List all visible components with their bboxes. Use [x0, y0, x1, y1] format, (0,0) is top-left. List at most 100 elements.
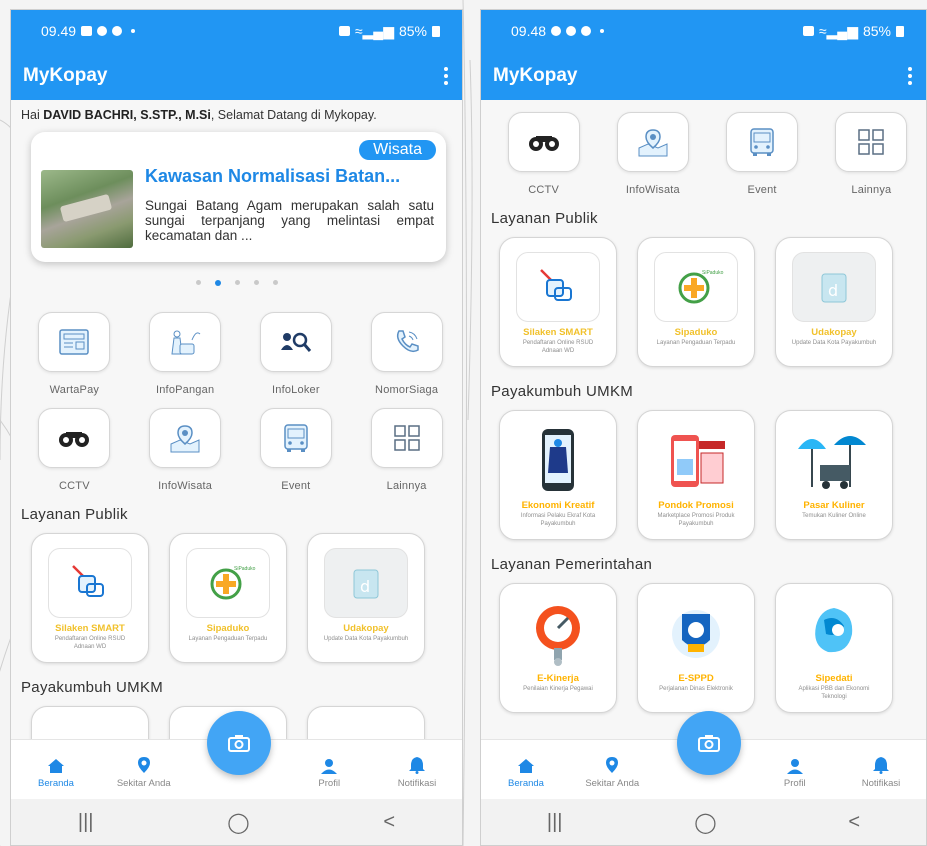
pemerintahan-cards: E-Kinerja Penilaian Kinerja Pegawai E-SP…: [481, 583, 926, 713]
svg-text:d: d: [828, 281, 838, 300]
menu-item-infopangan[interactable]: InfoPangan: [130, 312, 241, 396]
globe-tech-icon: [815, 608, 853, 653]
menu-item-lainnya[interactable]: Lainnya: [817, 112, 926, 196]
menu-item-lainnya[interactable]: Lainnya: [351, 408, 462, 492]
service-title: Sipaduko: [674, 327, 718, 338]
menu-item-event[interactable]: Event: [708, 112, 817, 196]
section-title-layanan-pemerintahan: Layanan Pemerintahan: [491, 556, 653, 573]
carousel-dot-active[interactable]: [214, 280, 221, 286]
nav-beranda[interactable]: Beranda: [21, 758, 91, 789]
service-subtitle: Marketplace Promosi Produk Payakumbuh: [657, 513, 735, 527]
service-title: E-Kinerja: [537, 673, 579, 684]
data-update-icon: d: [821, 273, 847, 303]
government-emblem-icon: [672, 610, 720, 658]
home-button-icon[interactable]: ◯: [227, 810, 249, 835]
service-subtitle: Layanan Pengaduan Terpadu: [656, 340, 736, 346]
battery-icon: [896, 25, 904, 37]
app-title: MyKopay: [23, 65, 108, 86]
main-menu-grid: WartaPay InfoPangan InfoLoker NomorSiaga…: [11, 286, 462, 492]
service-title: Pondok Promosi: [658, 500, 734, 511]
recent-apps-icon[interactable]: |||: [547, 811, 563, 834]
service-card-udakopay[interactable]: d Udakopay Update Data Kota Payakumbuh: [775, 237, 893, 367]
mute-icon: [802, 26, 814, 36]
service-subtitle: Perjalanan Dinas Elektronik: [659, 686, 733, 692]
app-notification-icon: [581, 26, 592, 36]
nav-label: Sekitar Anda: [116, 778, 171, 789]
service-title: Udakopay: [343, 623, 389, 634]
app-title: MyKopay: [493, 65, 578, 86]
featured-banner-card[interactable]: Wisata Kawasan Normalisasi Batan... Sung…: [31, 132, 446, 262]
battery-level: 85%: [862, 23, 891, 39]
food-icon: [171, 330, 201, 355]
umkm-card-pasar-kuliner[interactable]: Pasar Kuliner Temukan Kuliner Online: [775, 410, 893, 540]
performance-gauge-icon: [536, 606, 580, 666]
home-icon: [48, 759, 64, 773]
layanan-publik-cards: Silaken SMART Pendaftaran Online RSUD Ad…: [481, 237, 926, 367]
menu-label: Event: [281, 480, 311, 492]
greeting-text: Hai DAVID BACHRI, S.STP., M.Si, Selamat …: [11, 100, 462, 122]
camera-fab-button[interactable]: [207, 711, 271, 775]
menu-label: WartaPay: [49, 384, 100, 396]
menu-item-nomorsiaga[interactable]: NomorSiaga: [351, 312, 462, 396]
nav-profil[interactable]: Profil: [294, 758, 364, 789]
service-title: E-SPPD: [678, 673, 714, 684]
nav-beranda[interactable]: Beranda: [491, 758, 561, 789]
app-bar: MyKopay: [11, 52, 462, 100]
battery-level: 85%: [398, 23, 427, 39]
home-button-icon[interactable]: ◯: [694, 810, 716, 835]
recent-apps-icon[interactable]: |||: [78, 811, 94, 834]
app-bar: MyKopay: [481, 52, 926, 100]
binoculars-icon: [59, 432, 90, 447]
bell-icon: [409, 757, 425, 774]
menu-item-wartapay[interactable]: WartaPay: [19, 312, 130, 396]
service-subtitle: Temukan Kuliner Online: [802, 513, 866, 519]
gov-card-e-sppd[interactable]: E-SPPD Perjalanan Dinas Elektronik: [637, 583, 755, 713]
menu-item-infoloker[interactable]: InfoLoker: [241, 312, 352, 396]
hospital-service-icon: [540, 269, 572, 301]
umkm-card-pondok-promosi[interactable]: Pondok Promosi Marketplace Promosi Produ…: [637, 410, 755, 540]
umkm-card-ekonomi-kreatif[interactable]: Ekonomi Kreatif Informasi Pelaku Ekraf K…: [499, 410, 617, 540]
service-title: Sipaduko: [206, 623, 250, 634]
more-notifications-icon: [131, 29, 136, 33]
nav-profil[interactable]: Profil: [760, 758, 830, 789]
service-card-udakopay[interactable]: d Udakopay Update Data Kota Payakumbuh: [307, 533, 425, 663]
service-card-silaken[interactable]: Silaken SMART Pendaftaran Online RSUD Ad…: [499, 237, 617, 367]
phone-icon: [396, 330, 419, 353]
service-card-sipaduko[interactable]: SiPaduko Sipaduko Layanan Pengaduan Terp…: [637, 237, 755, 367]
nav-label: Profil: [783, 778, 806, 789]
menu-item-infowisata[interactable]: InfoWisata: [130, 408, 241, 492]
overflow-menu-icon[interactable]: [440, 63, 452, 89]
back-icon[interactable]: <: [383, 811, 395, 834]
carousel-dot[interactable]: [195, 280, 201, 285]
service-subtitle: Penilaian Kinerja Pegawai: [523, 686, 593, 692]
menu-item-event[interactable]: Event: [241, 408, 352, 492]
carousel-dot[interactable]: [253, 280, 259, 285]
nav-notifikasi[interactable]: Notifikasi: [846, 756, 916, 789]
nav-sekitar-anda[interactable]: Sekitar Anda: [577, 756, 647, 789]
menu-item-cctv[interactable]: CCTV: [489, 112, 598, 196]
bus-icon: [750, 128, 774, 156]
camera-fab-button[interactable]: [677, 711, 741, 775]
creative-economy-icon: [542, 429, 574, 491]
phone-screen-left: 09.49 ≈▂▄▆ 85% MyKopay Hai DAVID BACHRI,…: [10, 9, 463, 846]
service-card-silaken[interactable]: Silaken SMART Pendaftaran Online RSUD Ad…: [31, 533, 149, 663]
carousel-dot[interactable]: [272, 280, 278, 285]
profile-icon: [786, 759, 803, 774]
service-title: Ekonomi Kreatif: [521, 500, 595, 511]
gov-card-sipedati[interactable]: Sipedati Aplikasi PBB dan Ekonomi Teknol…: [775, 583, 893, 713]
overflow-menu-icon[interactable]: [904, 63, 916, 89]
nav-label: Beranda: [38, 778, 74, 789]
gov-card-e-kinerja[interactable]: E-Kinerja Penilaian Kinerja Pegawai: [499, 583, 617, 713]
data-update-icon: d: [353, 569, 379, 599]
menu-label: InfoWisata: [158, 480, 213, 492]
menu-item-infowisata[interactable]: InfoWisata: [598, 112, 707, 196]
back-icon[interactable]: <: [848, 811, 860, 834]
nav-sekitar-anda[interactable]: Sekitar Anda: [109, 756, 179, 789]
carousel-dot[interactable]: [234, 280, 240, 285]
service-card-sipaduko[interactable]: SiPaduko Sipaduko Layanan Pengaduan Terp…: [169, 533, 287, 663]
wifi-signal-icon: ≈▂▄▆: [354, 22, 394, 39]
binoculars-icon: [528, 136, 559, 151]
nav-notifikasi[interactable]: Notifikasi: [382, 756, 452, 789]
menu-item-cctv[interactable]: CCTV: [19, 408, 130, 492]
complaint-service-icon: SiPaduko: [210, 566, 256, 600]
